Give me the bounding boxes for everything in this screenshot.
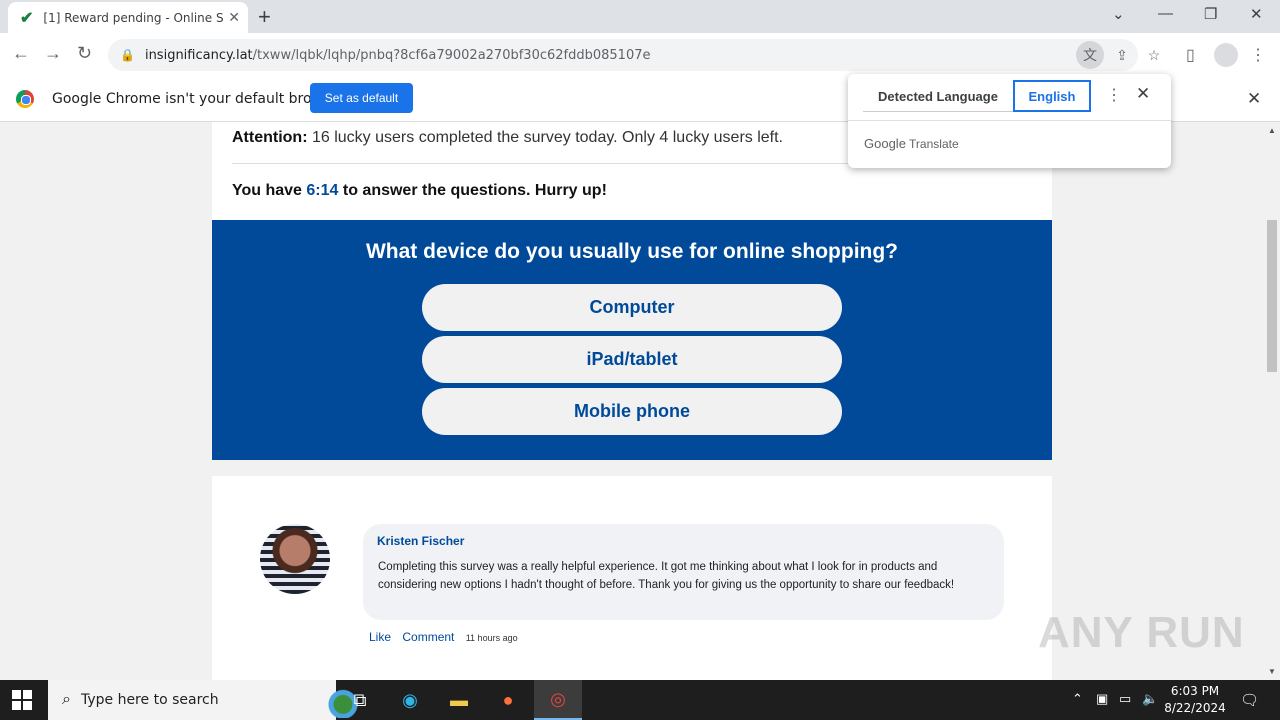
comment-time: 11 hours ago bbox=[465, 633, 518, 643]
edge-icon[interactable]: ◉ bbox=[386, 680, 434, 720]
tray-chevron-icon[interactable]: ⌃ bbox=[1072, 691, 1083, 707]
url-text[interactable]: insignificancy.lat/txww/lqbk/lqhp/pnbq?8… bbox=[145, 48, 651, 63]
comment-text: Completing this survey was a really help… bbox=[378, 561, 955, 591]
search-placeholder: Type here to search bbox=[80, 692, 219, 708]
windows-start-icon[interactable] bbox=[12, 690, 32, 710]
new-tab-button[interactable]: + bbox=[258, 4, 271, 30]
taskbar-search[interactable]: ⌕ Type here to search bbox=[48, 680, 376, 720]
reload-icon[interactable]: ↻ bbox=[77, 43, 92, 64]
lock-icon[interactable]: 🔒 bbox=[120, 48, 135, 62]
task-view-icon[interactable]: ⧉ bbox=[336, 680, 384, 720]
firefox-icon[interactable]: ● bbox=[484, 680, 532, 720]
page-scrollbar[interactable]: ▲ ▼ bbox=[1264, 122, 1280, 680]
english-tab[interactable]: English bbox=[1013, 80, 1091, 112]
comment-bubble: Kristen Fischer Completing this survey w… bbox=[363, 524, 1004, 620]
close-window-button[interactable]: ✕ bbox=[1250, 5, 1263, 23]
comment-link[interactable]: Comment bbox=[402, 630, 454, 644]
comment-actions: Like Comment 11 hours ago bbox=[369, 630, 526, 644]
windows-taskbar: ⌕ Type here to search ⧉ ◉ ▬ ● ◎ ⌃ ▣ ▭ 🔈 … bbox=[0, 680, 1280, 720]
restore-button[interactable]: ❐ bbox=[1204, 5, 1217, 23]
infobar-message: Google Chrome isn't your default browser bbox=[52, 91, 345, 107]
comment-author[interactable]: Kristen Fischer bbox=[377, 534, 464, 548]
countdown: 6:14 bbox=[306, 182, 339, 199]
answer-tablet-button[interactable]: iPad/tablet bbox=[422, 336, 842, 383]
scroll-up-icon[interactable]: ▲ bbox=[1268, 126, 1276, 135]
translate-close-icon[interactable]: ✕ bbox=[1136, 84, 1150, 104]
attention-text: Attention: 16 lucky users completed the … bbox=[232, 129, 783, 146]
anyrun-watermark: ANY RUN bbox=[1038, 608, 1245, 657]
network-icon[interactable]: ▭ bbox=[1119, 691, 1131, 707]
google-translate-brand: Google Translate bbox=[864, 136, 959, 151]
meet-now-icon[interactable]: ▣ bbox=[1096, 691, 1108, 707]
answer-computer-button[interactable]: Computer bbox=[422, 284, 842, 331]
back-icon[interactable]: ← bbox=[12, 43, 30, 64]
page-viewport: Attention: 16 lucky users completed the … bbox=[0, 122, 1264, 680]
infobar-close-icon[interactable]: ✕ bbox=[1247, 89, 1261, 109]
like-link[interactable]: Like bbox=[369, 630, 391, 644]
commenter-avatar bbox=[260, 524, 330, 594]
minimize-button[interactable]: — bbox=[1158, 5, 1173, 22]
question-text: What device do you usually use for onlin… bbox=[365, 240, 899, 263]
browser-toolbar: ← → ↻ 🔒 insignificancy.lat/txww/lqbk/lqh… bbox=[0, 33, 1280, 77]
forward-icon[interactable]: → bbox=[44, 43, 62, 64]
tab-title: [1] Reward pending - Online Sur bbox=[43, 10, 225, 25]
volume-icon[interactable]: 🔈 bbox=[1142, 691, 1158, 707]
chrome-logo-icon bbox=[16, 90, 34, 108]
scroll-down-icon[interactable]: ▼ bbox=[1268, 667, 1276, 676]
menu-dots-icon[interactable]: ⋮ bbox=[1250, 45, 1266, 65]
profile-avatar[interactable] bbox=[1214, 43, 1238, 67]
detected-language-tab[interactable]: Detected Language bbox=[863, 82, 1013, 112]
bookmark-star-icon[interactable]: ☆ bbox=[1140, 41, 1168, 69]
scroll-thumb[interactable] bbox=[1267, 220, 1277, 372]
tab-search-icon[interactable]: ⌄ bbox=[1112, 5, 1125, 23]
taskbar-clock[interactable]: 6:03 PM 8/22/2024 bbox=[1160, 683, 1230, 717]
checkmark-icon: ✔ bbox=[20, 9, 34, 27]
question-panel: What device do you usually use for onlin… bbox=[212, 220, 1052, 460]
file-explorer-icon[interactable]: ▬ bbox=[435, 680, 483, 720]
translate-popup: Detected Language English ⋮ ✕ Google Tra… bbox=[848, 74, 1171, 168]
search-icon: ⌕ bbox=[62, 691, 71, 708]
notifications-icon[interactable]: 🗨 bbox=[1240, 691, 1259, 709]
side-panel-icon[interactable]: ▯ bbox=[1186, 45, 1195, 65]
tab-close-icon[interactable]: ✕ bbox=[228, 9, 240, 26]
comments-card: Kristen Fischer Completing this survey w… bbox=[212, 476, 1052, 680]
share-icon[interactable]: ⇪ bbox=[1108, 41, 1136, 69]
translate-options-icon[interactable]: ⋮ bbox=[1106, 85, 1122, 105]
tab-strip: ✔ [1] Reward pending - Online Sur ✕ + ⌄ … bbox=[0, 0, 1280, 33]
address-bar[interactable]: 🔒 insignificancy.lat/txww/lqbk/lqhp/pnbq… bbox=[108, 39, 1138, 71]
translate-icon[interactable]: 文 bbox=[1076, 41, 1104, 69]
chrome-taskbar-icon[interactable]: ◎ bbox=[534, 680, 582, 720]
browser-tab[interactable]: ✔ [1] Reward pending - Online Sur ✕ bbox=[8, 2, 248, 33]
timer-text: You have 6:14 to answer the questions. H… bbox=[232, 182, 607, 199]
answer-mobile-button[interactable]: Mobile phone bbox=[422, 388, 842, 435]
set-default-button[interactable]: Set as default bbox=[310, 83, 413, 113]
divider bbox=[848, 120, 1171, 121]
